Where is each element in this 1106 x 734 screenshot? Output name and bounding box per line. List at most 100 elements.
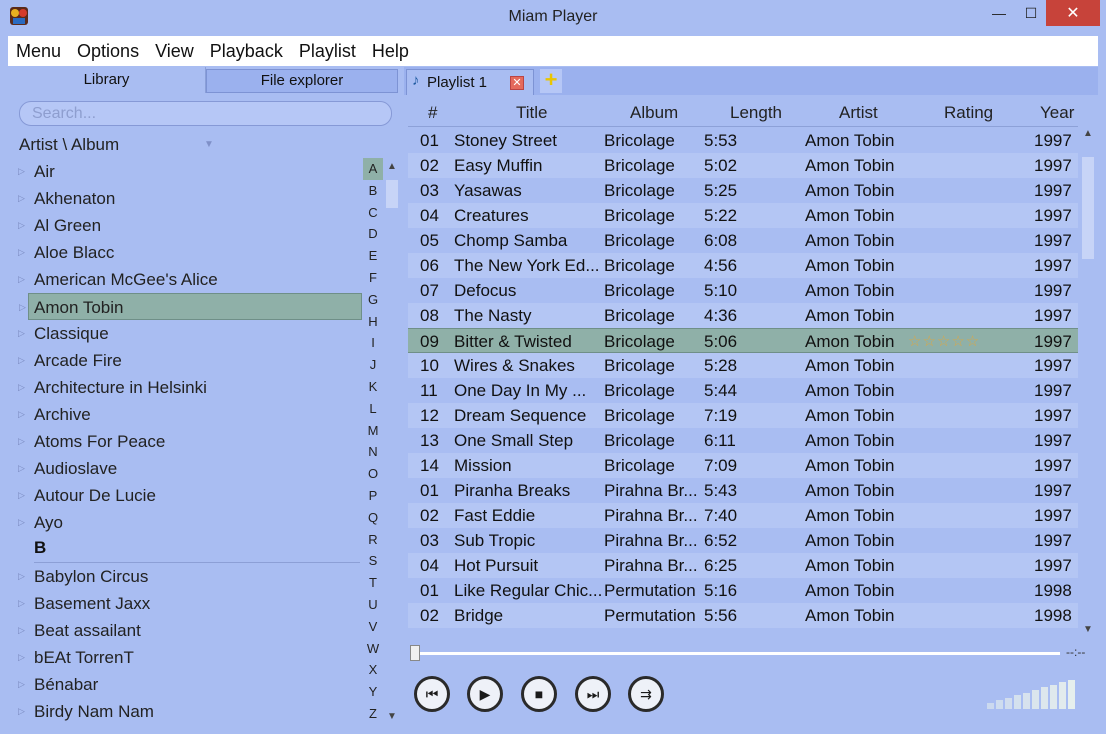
table-row[interactable]: 08 The Nasty Bricolage 4:36 Amon Tobin 1997: [408, 303, 1078, 328]
menu-view[interactable]: View: [147, 41, 202, 62]
table-row[interactable]: 13 One Small Step Bricolage 6:11 Amon Tobin 1…: [408, 428, 1078, 453]
alphabet-letter[interactable]: B: [363, 180, 383, 202]
tree-item[interactable]: ▷ Autour De Lucie: [8, 482, 363, 509]
tree-item[interactable]: ▷ Architecture in Helsinki: [8, 374, 363, 401]
menu-options[interactable]: Options: [69, 41, 147, 62]
close-tab-icon[interactable]: ✕: [510, 76, 524, 90]
expand-icon[interactable]: ▷: [18, 347, 25, 374]
menu-playback[interactable]: Playback: [202, 41, 291, 62]
scroll-down-icon[interactable]: ▼: [384, 710, 400, 724]
alphabet-letter[interactable]: J: [363, 354, 383, 376]
expand-icon[interactable]: ▷: [18, 482, 25, 509]
table-row[interactable]: 02 Fast Eddie Pirahna Br... 7:40 Amon Tobin 1…: [408, 503, 1078, 528]
alphabet-letter[interactable]: K: [363, 376, 383, 398]
tree-item[interactable]: ▷ Classique: [8, 320, 363, 347]
alphabet-letter[interactable]: W: [363, 638, 383, 660]
previous-button[interactable]: ⏮: [414, 676, 450, 712]
tree-item[interactable]: ▷ Akhenaton: [8, 185, 363, 212]
alphabet-letter[interactable]: P: [363, 485, 383, 507]
alphabet-letter[interactable]: M: [363, 420, 383, 442]
expand-icon[interactable]: ▷: [18, 158, 25, 185]
expand-icon[interactable]: ▷: [18, 509, 25, 536]
alphabet-letter[interactable]: I: [363, 332, 383, 354]
tab-file-explorer[interactable]: File explorer: [206, 69, 398, 93]
alphabet-letter[interactable]: S: [363, 550, 383, 572]
seek-handle[interactable]: [410, 645, 420, 661]
expand-icon[interactable]: ▷: [18, 320, 25, 347]
tree-item[interactable]: ▷ Bénabar: [8, 671, 363, 698]
expand-icon[interactable]: ▷: [18, 590, 25, 617]
table-row[interactable]: 12 Dream Sequence Bricolage 7:19 Amon Tobin 1…: [408, 403, 1078, 428]
expand-icon[interactable]: ▷: [18, 671, 25, 698]
tree-item[interactable]: ▷ Arcade Fire: [8, 347, 363, 374]
scrollbar-thumb[interactable]: [386, 180, 398, 208]
table-row[interactable]: 01 Like Regular Chic... Permutation 5:16 Amo…: [408, 578, 1078, 603]
expand-icon[interactable]: ▷: [18, 185, 25, 212]
tree-item[interactable]: ▷ Audioslave: [8, 455, 363, 482]
expand-icon[interactable]: ▷: [18, 455, 25, 482]
tree-item[interactable]: ▷ Air: [8, 158, 363, 185]
tree-item[interactable]: ▷ Babylon Circus: [8, 563, 363, 590]
scroll-up-icon[interactable]: ▲: [1080, 127, 1096, 141]
group-by-selector[interactable]: Artist \ Album ▼: [19, 135, 399, 157]
playback-mode-button[interactable]: ⇉: [628, 676, 664, 712]
table-row[interactable]: 05 Chomp Samba Bricolage 6:08 Amon Tobin 1997: [408, 228, 1078, 253]
col-album[interactable]: Album: [630, 103, 678, 123]
alphabet-letter[interactable]: N: [363, 441, 383, 463]
expand-icon[interactable]: ▷: [18, 266, 25, 293]
close-button[interactable]: ✕: [1046, 0, 1100, 26]
table-row[interactable]: 06 The New York Ed... Bricolage 4:56 Amon To…: [408, 253, 1078, 278]
alphabet-letter[interactable]: A: [363, 158, 383, 180]
expand-icon[interactable]: ▷: [18, 374, 25, 401]
table-row[interactable]: 09 Bitter & Twisted Bricolage 5:06 Amon Tobi…: [408, 328, 1078, 353]
next-button[interactable]: ⏭: [575, 676, 611, 712]
alphabet-letter[interactable]: Y: [363, 681, 383, 703]
alphabet-letter[interactable]: L: [363, 398, 383, 420]
tree-item[interactable]: ▷ Amon Tobin: [19, 293, 362, 320]
expand-icon[interactable]: ▷: [19, 294, 26, 321]
alphabet-letter[interactable]: X: [363, 659, 383, 681]
table-row[interactable]: 14 Mission Bricolage 7:09 Amon Tobin 1997: [408, 453, 1078, 478]
tree-item[interactable]: ▷ American McGee's Alice: [8, 266, 363, 293]
tree-item[interactable]: ▷ Basement Jaxx: [8, 590, 363, 617]
scrollbar-thumb[interactable]: [1082, 157, 1094, 259]
search-input[interactable]: Search...: [19, 101, 392, 126]
col-rating[interactable]: Rating: [944, 103, 993, 123]
expand-icon[interactable]: ▷: [18, 428, 25, 455]
alphabet-letter[interactable]: U: [363, 594, 383, 616]
stop-button[interactable]: ■: [521, 676, 557, 712]
table-row[interactable]: 07 Defocus Bricolage 5:10 Amon Tobin 1997: [408, 278, 1078, 303]
table-row[interactable]: 01 Piranha Breaks Pirahna Br... 5:43 Amon To…: [408, 478, 1078, 503]
table-row[interactable]: 02 Easy Muffin Bricolage 5:02 Amon Tobin 1997: [408, 153, 1078, 178]
col-num[interactable]: #: [428, 103, 437, 123]
expand-icon[interactable]: ▷: [18, 212, 25, 239]
tree-item[interactable]: ▷ Atoms For Peace: [8, 428, 363, 455]
menu-playlist[interactable]: Playlist: [291, 41, 364, 62]
tree-item[interactable]: ▷ Birdy Nam Nam: [8, 698, 363, 725]
table-row[interactable]: 03 Sub Tropic Pirahna Br... 6:52 Amon Tobin 1…: [408, 528, 1078, 553]
table-row[interactable]: 04 Hot Pursuit Pirahna Br... 6:25 Amon Tobin…: [408, 553, 1078, 578]
col-length[interactable]: Length: [730, 103, 782, 123]
library-scrollbar[interactable]: ▲ ▼: [384, 158, 400, 726]
table-row[interactable]: 10 Wires & Snakes Bricolage 5:28 Amon Tobin 1…: [408, 353, 1078, 378]
expand-icon[interactable]: ▷: [18, 401, 25, 428]
tree-item[interactable]: ▷ Beat assailant: [8, 617, 363, 644]
maximize-button[interactable]: ☐: [1016, 0, 1046, 26]
tree-item[interactable]: ▷ Ayo: [8, 509, 363, 536]
menu-help[interactable]: Help: [364, 41, 417, 62]
volume-slider[interactable]: [987, 679, 1089, 709]
tab-library[interactable]: Library: [8, 67, 206, 93]
expand-icon[interactable]: ▷: [18, 644, 25, 671]
alphabet-letter[interactable]: Q: [363, 507, 383, 529]
expand-icon[interactable]: ▷: [18, 239, 25, 266]
play-button[interactable]: ▶: [467, 676, 503, 712]
alphabet-letter[interactable]: O: [363, 463, 383, 485]
add-playlist-icon[interactable]: +: [540, 69, 562, 93]
col-year[interactable]: Year: [1040, 103, 1074, 123]
expand-icon[interactable]: ▷: [18, 563, 25, 590]
alphabet-letter[interactable]: H: [363, 311, 383, 333]
tab-playlist-1[interactable]: ♪ Playlist 1 ✕: [406, 69, 534, 95]
alphabet-letter[interactable]: Z: [363, 703, 383, 725]
tree-item[interactable]: ▷ Archive: [8, 401, 363, 428]
expand-icon[interactable]: ▷: [18, 617, 25, 644]
